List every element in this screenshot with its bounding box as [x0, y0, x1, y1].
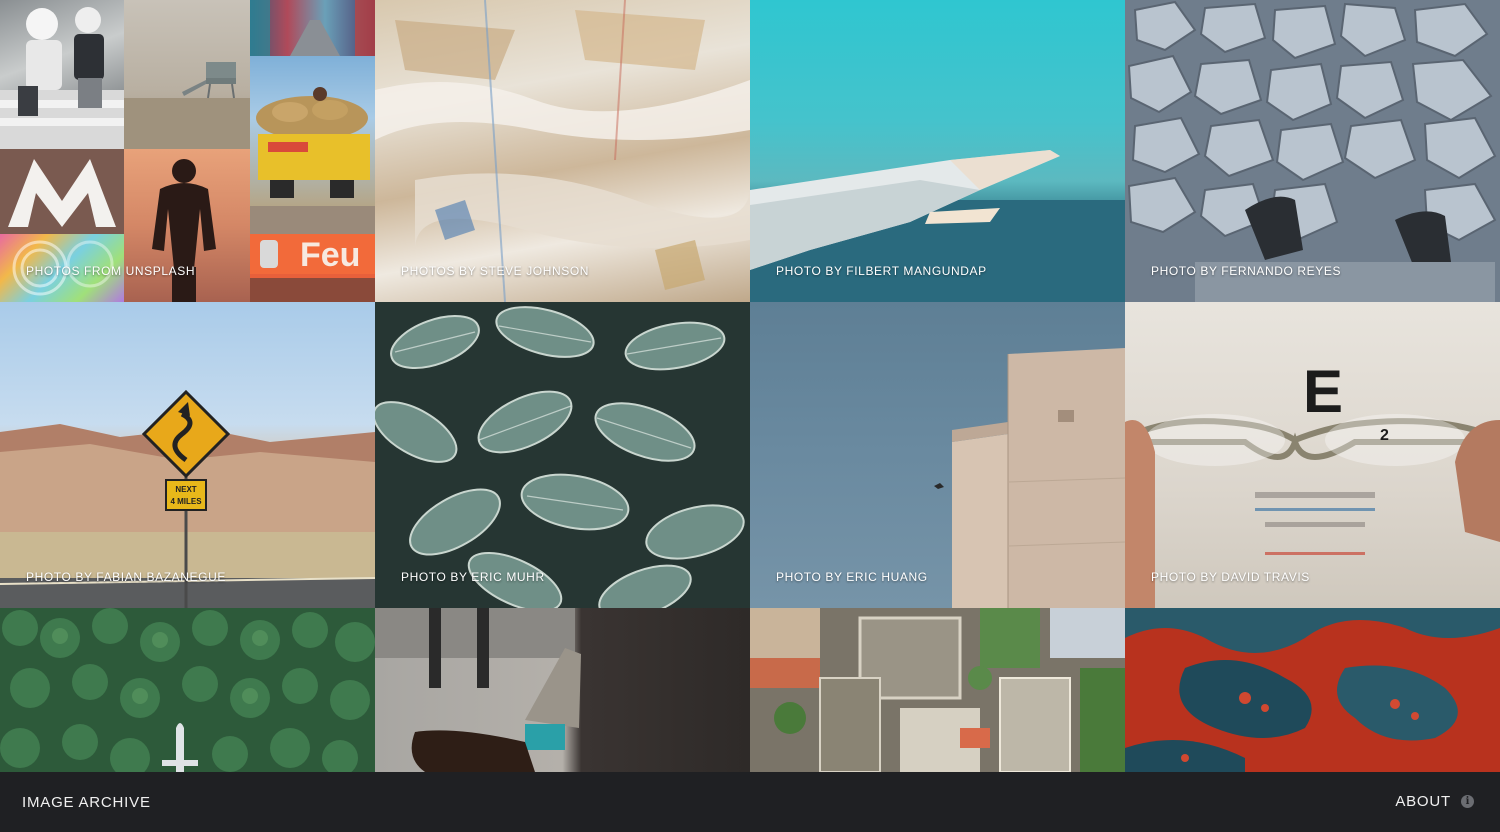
photo-eyeglasses-chart: E 2: [1125, 302, 1500, 608]
about-label: ABOUT: [1395, 793, 1451, 810]
tile-caption: PHOTO BY FILBERT MANGUNDAP: [776, 264, 987, 278]
tile-caption: PHOTOS FROM UNSPLASH: [26, 264, 196, 278]
footer-bar: IMAGE ARCHIVE ABOUT i: [0, 772, 1500, 832]
collage-photo-graffiti: [250, 0, 375, 56]
site-title[interactable]: IMAGE ARCHIVE: [22, 794, 151, 811]
photo-airplane-wing: [750, 0, 1125, 302]
image-grid: Feu PHOTOS FROM UNSPLASH PHOTOS BY STEVE…: [0, 0, 1500, 772]
feu-sign-text: Feu: [300, 236, 361, 274]
photo-teal-socks: [375, 608, 750, 772]
tile-teal-socks[interactable]: [375, 608, 750, 772]
collage-photo-truck: [250, 56, 375, 234]
tile-caption: PHOTO BY FABIAN BAZANEGUE: [26, 570, 226, 584]
tile-caption: PHOTO BY ERIC HUANG: [776, 570, 928, 584]
tile-filbert-mangundap[interactable]: PHOTO BY FILBERT MANGUNDAP: [750, 0, 1125, 302]
collage-photo-m-logo: [0, 149, 124, 234]
svg-text:2: 2: [1380, 427, 1389, 444]
photo-striped-leaves: [375, 302, 750, 608]
svg-text:NEXT: NEXT: [175, 485, 196, 494]
tile-steve-johnson[interactable]: PHOTOS BY STEVE JOHNSON: [375, 0, 750, 302]
tile-eric-huang[interactable]: PHOTO BY ERIC HUANG: [750, 302, 1125, 608]
photo-gravel-feet: [1125, 0, 1500, 302]
photo-aerial-forest: [0, 608, 375, 772]
tile-fabian-bazanegue[interactable]: NEXT 4 MILES PHOTO BY FABIAN BAZANEGUE: [0, 302, 375, 608]
tile-aerial-forest[interactable]: [0, 608, 375, 772]
tile-eric-muhr[interactable]: PHOTO BY ERIC MUHR: [375, 302, 750, 608]
tile-caption: PHOTO BY DAVID TRAVIS: [1151, 570, 1310, 584]
tile-aerial-rooftops[interactable]: [750, 608, 1125, 772]
collage-mosaic: Feu: [0, 0, 375, 302]
photo-desert-road-sign: NEXT 4 MILES: [0, 302, 375, 608]
tile-red-fluid[interactable]: [1125, 608, 1500, 772]
svg-text:4 MILES: 4 MILES: [170, 497, 202, 506]
photo-building-sky: [750, 302, 1125, 608]
photo-abstract-painting: [375, 0, 750, 302]
tile-caption: PHOTOS BY STEVE JOHNSON: [401, 264, 590, 278]
tile-caption: PHOTO BY ERIC MUHR: [401, 570, 545, 584]
tile-david-travis[interactable]: E 2 PHOTO BY DAVID TRAVIS: [1125, 302, 1500, 608]
collage-photo-beach-tower: [124, 0, 250, 149]
info-icon: i: [1461, 795, 1474, 808]
photo-aerial-rooftops: [750, 608, 1125, 772]
about-link[interactable]: ABOUT i: [1395, 793, 1474, 810]
collage-photo-people: [0, 0, 124, 149]
collage-photo-feu-sign: Feu: [250, 234, 375, 302]
tile-caption: PHOTO BY FERNANDO REYES: [1151, 264, 1342, 278]
collage-photo-silhouette: [124, 149, 250, 302]
photo-red-fluid-art: [1125, 608, 1500, 772]
tile-unsplash-collage[interactable]: Feu PHOTOS FROM UNSPLASH: [0, 0, 375, 302]
chart-letter: E: [1303, 358, 1343, 425]
tile-fernando-reyes[interactable]: PHOTO BY FERNANDO REYES: [1125, 0, 1500, 302]
